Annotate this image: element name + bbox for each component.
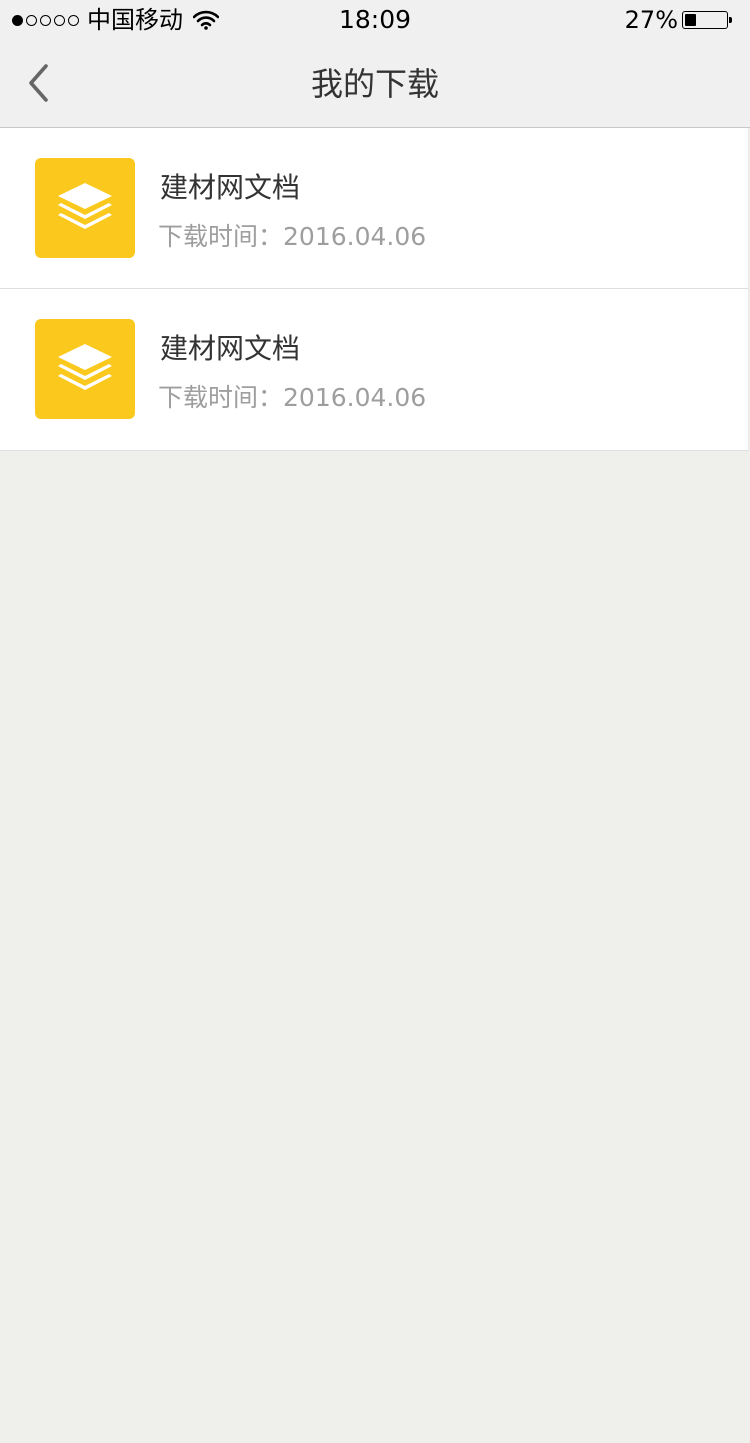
document-title: 建材网文档 xyxy=(160,171,301,204)
navigation-bar: 我的下载 xyxy=(0,40,750,128)
layers-icon xyxy=(58,183,112,229)
battery-level xyxy=(685,14,696,26)
download-date: 2016.04.06 xyxy=(283,222,427,251)
status-bar: 中国移动 18:09 27% xyxy=(0,0,750,40)
download-date: 2016.04.06 xyxy=(283,383,427,412)
status-right: 27% xyxy=(624,6,732,34)
download-time-label: 下载时间： xyxy=(158,383,284,412)
download-list: 建材网文档 下载时间：2016.04.06 建材网文档 下载时间：2016.04… xyxy=(0,128,749,451)
download-time: 下载时间：2016.04.06 xyxy=(158,382,426,414)
list-item[interactable]: 建材网文档 下载时间：2016.04.06 xyxy=(0,289,748,451)
layers-icon xyxy=(58,344,112,390)
document-icon xyxy=(35,158,135,258)
battery-icon xyxy=(682,11,732,29)
battery-nub xyxy=(729,17,732,23)
download-time: 下载时间：2016.04.06 xyxy=(158,221,426,253)
battery-percent: 27% xyxy=(624,6,678,34)
page-title: 我的下载 xyxy=(310,65,439,103)
document-title: 建材网文档 xyxy=(160,332,301,365)
list-item[interactable]: 建材网文档 下载时间：2016.04.06 xyxy=(0,128,748,289)
document-icon xyxy=(35,319,135,419)
download-time-label: 下载时间： xyxy=(158,222,284,251)
